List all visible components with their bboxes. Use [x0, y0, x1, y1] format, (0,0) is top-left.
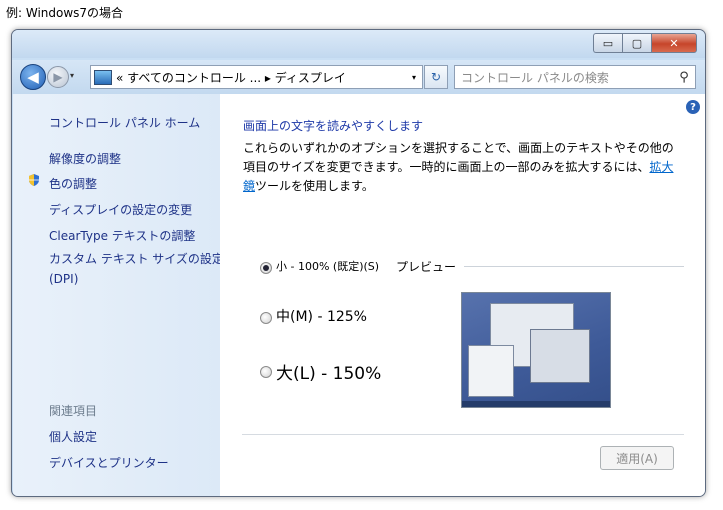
help-icon[interactable]: ?	[686, 100, 700, 114]
apply-button[interactable]: 適用(A)	[600, 446, 674, 470]
sidebar-item-dpi[interactable]: カスタム テキスト サイズの設定 (DPI)	[49, 249, 224, 289]
preview-label: プレビュー	[396, 260, 457, 274]
sidebar-home-link[interactable]: コントロール パネル ホーム	[49, 114, 200, 131]
description-tail: ツールを使用します。	[255, 179, 374, 193]
display-window: ▭ ▢ ✕ ◀ ▶ ▾ « すべてのコントロール ... ▸ ディスプレイ ▾ …	[11, 29, 706, 497]
forward-button[interactable]: ▶	[47, 66, 69, 88]
option-medium-label[interactable]: 中(M) - 125%	[276, 306, 367, 326]
search-icon[interactable]: ⚲	[673, 70, 695, 85]
description: これらのいずれかのオプションを選択することで、画面上のテキストやその他の項目のサ…	[243, 139, 683, 196]
search-box[interactable]: コントロール パネルの検索 ⚲	[454, 65, 696, 89]
main-content: ? 画面上の文字を読みやすくします これらのいずれかのオプションを選択することで…	[220, 94, 705, 496]
sidebar-item-cleartype[interactable]: ClearType テキストの調整	[49, 227, 195, 244]
maximize-button[interactable]: ▢	[622, 33, 651, 53]
radio-small[interactable]	[260, 262, 272, 274]
content-divider	[242, 434, 684, 435]
preview-window-left	[468, 345, 514, 397]
option-large-label[interactable]: 大(L) - 150%	[276, 359, 381, 384]
related-item-devices[interactable]: デバイスとプリンター	[49, 454, 169, 471]
control-panel-icon	[94, 69, 112, 85]
sidebar: コントロール パネル ホーム 解像度の調整 色の調整 ディスプレイの設定の変更 …	[13, 94, 224, 496]
radio-medium[interactable]	[260, 312, 272, 324]
minimize-button[interactable]: ▭	[593, 33, 622, 53]
refresh-button[interactable]: ↻	[424, 65, 448, 89]
text-size-preview	[461, 292, 611, 408]
preview-window-front	[530, 329, 590, 383]
related-header: 関連項目	[49, 404, 98, 418]
sidebar-item-color[interactable]: 色の調整	[49, 175, 97, 192]
shield-icon	[29, 174, 39, 186]
back-button[interactable]: ◀	[20, 64, 46, 90]
radio-large[interactable]	[260, 366, 272, 378]
preview-divider	[464, 266, 684, 267]
page-caption: 例: Windows7の場合	[6, 6, 124, 20]
sidebar-item-display-settings[interactable]: ディスプレイの設定の変更	[49, 201, 192, 218]
search-input[interactable]: コントロール パネルの検索	[455, 69, 673, 86]
description-text: これらのいずれかのオプションを選択することで、画面上のテキストやその他の項目のサ…	[243, 141, 674, 174]
option-small-label[interactable]: 小 - 100% (既定)(S)	[276, 258, 379, 274]
navigation-bar: ◀ ▶ ▾ « すべてのコントロール ... ▸ ディスプレイ ▾ ↻ コントロ…	[12, 60, 705, 94]
address-bar[interactable]: « すべてのコントロール ... ▸ ディスプレイ ▾	[90, 65, 423, 89]
title-bar: ▭ ▢ ✕	[12, 30, 705, 58]
sidebar-item-resolution[interactable]: 解像度の調整	[49, 150, 121, 167]
recent-pages-dropdown[interactable]: ▾	[70, 71, 74, 80]
close-button[interactable]: ✕	[651, 33, 697, 53]
address-dropdown-icon[interactable]: ▾	[406, 73, 422, 82]
caption-buttons: ▭ ▢ ✕	[593, 33, 697, 53]
page-title: 画面上の文字を読みやすくします	[243, 119, 424, 133]
preview-taskbar	[462, 401, 610, 407]
address-text: « すべてのコントロール ... ▸ ディスプレイ	[116, 70, 346, 85]
related-item-personalize[interactable]: 個人設定	[49, 428, 97, 445]
